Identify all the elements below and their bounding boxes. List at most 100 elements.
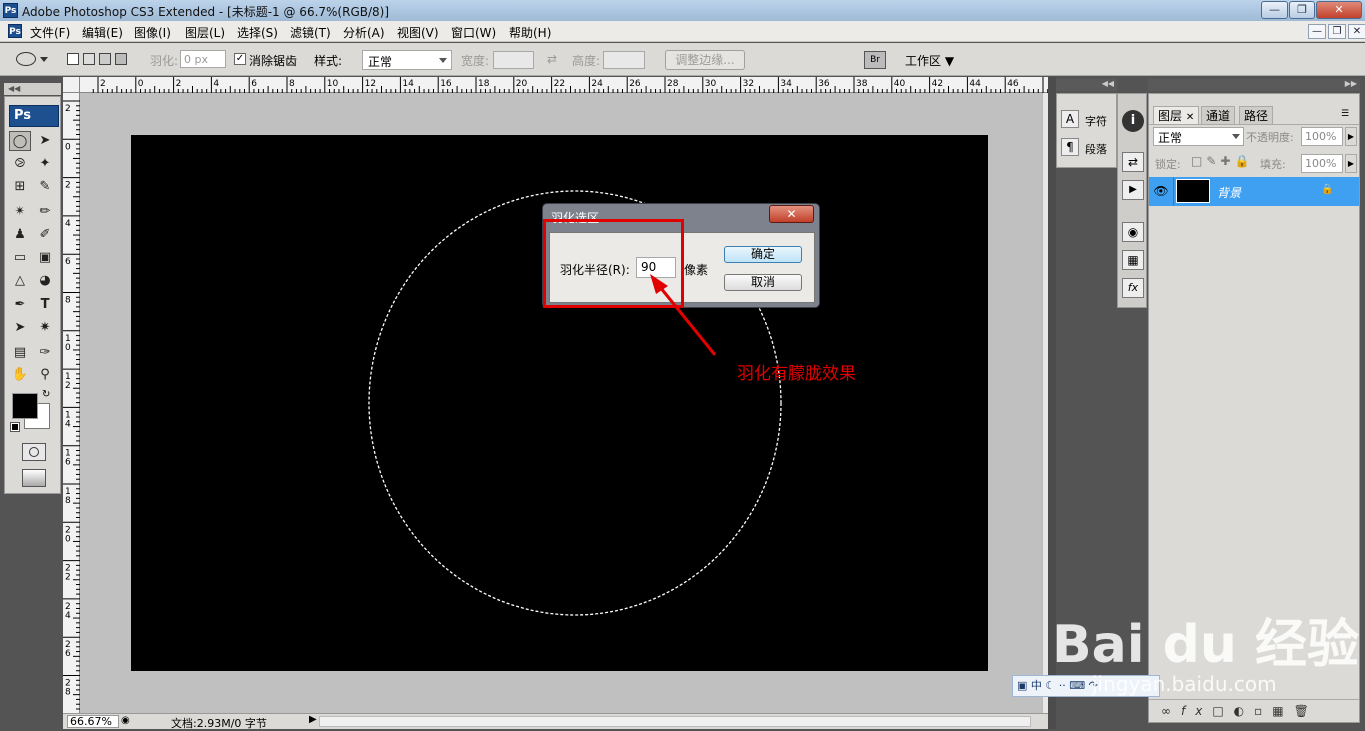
subtract-selection-icon[interactable]	[99, 53, 111, 65]
history-icon[interactable]: ⇄	[1122, 152, 1144, 172]
dock1-collapse-icon[interactable]: ◀◀	[1056, 79, 1117, 91]
menu-help[interactable]: 帮助(H)	[509, 24, 551, 41]
ruler-origin[interactable]	[63, 77, 80, 93]
paragraph-label[interactable]: 段落	[1085, 141, 1107, 157]
menu-filter[interactable]: 滤镜(T)	[290, 24, 331, 41]
style-select[interactable]: 正常	[362, 50, 452, 70]
elliptical-marquee-tool-icon[interactable]: ◯	[9, 131, 31, 151]
doc-minimize-button[interactable]: —	[1308, 24, 1326, 39]
bridge-icon[interactable]: Br	[864, 51, 886, 69]
slice-tool-icon[interactable]: ✎	[34, 177, 56, 197]
elliptical-marquee-icon[interactable]	[16, 52, 36, 66]
layers-footer-icons[interactable]: ∞fx□◐▫▦🗑	[1149, 699, 1359, 721]
opacity-input[interactable]: 100%	[1301, 127, 1343, 146]
layer-row-background[interactable]: 👁 背景 🔒	[1149, 177, 1359, 206]
tab-paths[interactable]: 路径	[1239, 106, 1274, 124]
preset-chevron-down-icon[interactable]	[40, 57, 48, 62]
menu-window[interactable]: 窗口(W)	[451, 24, 496, 41]
magic-wand-tool-icon[interactable]: ✦	[34, 154, 56, 174]
blend-mode-select[interactable]: 正常	[1153, 127, 1244, 146]
info-icon[interactable]: i	[1122, 110, 1144, 132]
width-input[interactable]	[493, 51, 534, 69]
zoom-tool-icon[interactable]: ⚲	[34, 365, 56, 385]
menu-layer[interactable]: 图层(L)	[185, 24, 225, 41]
lasso-tool-icon[interactable]: ⧁	[9, 154, 31, 174]
quick-mask-icon[interactable]	[22, 443, 46, 461]
menu-image[interactable]: 图像(I)	[134, 24, 171, 41]
status-info-icon[interactable]: ◉	[121, 715, 130, 726]
gradient-tool-icon[interactable]: ▣	[34, 248, 56, 268]
dock2-collapse-icon[interactable]: ▶▶	[1148, 79, 1360, 91]
ok-button[interactable]: 确定	[724, 246, 802, 263]
crop-tool-icon[interactable]: ⊞	[9, 177, 31, 197]
type-tool-icon[interactable]: T	[34, 295, 56, 315]
tab-close-icon[interactable]: ✕	[1186, 112, 1194, 123]
menu-view[interactable]: 视图(V)	[397, 24, 439, 41]
toolbox-ps-logo[interactable]: Ps	[9, 105, 59, 127]
eyedropper-tool-icon[interactable]: ✑	[34, 343, 56, 363]
visibility-eye-icon[interactable]: 👁	[1153, 183, 1169, 199]
clone-stamp-tool-icon[interactable]: ♟	[9, 225, 31, 245]
move-tool-icon[interactable]: ➤	[34, 131, 56, 151]
lock-icons[interactable]: □✎✚🔒	[1191, 154, 1253, 168]
tab-channels[interactable]: 通道	[1201, 106, 1236, 124]
styles-icon[interactable]: fx	[1122, 278, 1144, 298]
feather-input[interactable]: 0 px	[180, 50, 226, 68]
status-menu-arrow-icon[interactable]: ▶	[309, 714, 317, 725]
layer-name[interactable]: 背景	[1217, 184, 1241, 201]
character-label[interactable]: 字符	[1085, 113, 1107, 129]
shape-tool-icon[interactable]: ✷	[34, 318, 56, 338]
dialog-close-button[interactable]: ✕	[769, 205, 814, 223]
zoom-level[interactable]: 66.67%	[67, 715, 119, 728]
horizontal-scrollbar[interactable]	[319, 716, 1031, 727]
vertical-ruler[interactable]: 202468101214161820222426283	[63, 93, 80, 727]
eraser-tool-icon[interactable]: ▭	[9, 248, 31, 268]
doc-close-button[interactable]: ✕	[1348, 24, 1365, 39]
foreground-color-swatch[interactable]	[12, 393, 38, 419]
intersect-selection-icon[interactable]	[115, 53, 127, 65]
horizontal-ruler[interactable]: 2 0 2 4 6 8 10 12 14 16 18 20 22 24 26 28 30 32 34 36 38 40 42…	[80, 77, 1049, 93]
character-icon[interactable]: A	[1061, 110, 1079, 128]
lock-label: 锁定:	[1155, 158, 1181, 171]
grid-icon[interactable]: ▦	[1122, 250, 1144, 270]
height-input[interactable]	[603, 51, 645, 69]
panel-menu-icon[interactable]: ☰	[1341, 109, 1349, 119]
cancel-button[interactable]: 取消	[724, 274, 802, 291]
brush-tool-icon[interactable]: ✏	[34, 202, 56, 222]
menu-select[interactable]: 选择(S)	[237, 24, 278, 41]
swap-colors-icon[interactable]: ↻	[42, 389, 50, 400]
menu-analysis[interactable]: 分析(A)	[343, 24, 385, 41]
screen-mode-icon[interactable]	[22, 469, 46, 487]
dodge-tool-icon[interactable]: ◕	[34, 271, 56, 291]
notes-tool-icon[interactable]: ▤	[9, 343, 31, 363]
swap-icon[interactable]: ⇄	[547, 52, 557, 66]
restore-button[interactable]: ❐	[1289, 1, 1315, 19]
history-brush-tool-icon[interactable]: ✐	[34, 225, 56, 245]
default-colors-icon[interactable]	[10, 422, 20, 432]
ruler-h-label: 20	[516, 79, 528, 89]
menu-file[interactable]: 文件(F)	[30, 24, 70, 41]
fill-input[interactable]: 100%	[1301, 154, 1343, 173]
blur-tool-icon[interactable]: △	[9, 271, 31, 291]
antialias-checkbox[interactable]: ✓	[234, 53, 246, 65]
paragraph-icon[interactable]: ¶	[1061, 138, 1079, 156]
add-selection-icon[interactable]	[83, 53, 95, 65]
new-selection-icon[interactable]	[67, 53, 79, 65]
workspace-button[interactable]: 工作区 ▼	[905, 52, 954, 69]
refine-edge-button[interactable]: 调整边缘...	[665, 50, 745, 70]
opacity-arrow-icon[interactable]: ▶	[1345, 127, 1357, 146]
healing-brush-tool-icon[interactable]: ✴	[9, 202, 31, 222]
hand-tool-icon[interactable]: ✋	[9, 365, 31, 385]
toolbox-grip[interactable]: ◀◀	[4, 83, 61, 95]
ruler-h-label: 22	[554, 79, 565, 89]
menu-edit[interactable]: 编辑(E)	[82, 24, 123, 41]
fill-arrow-icon[interactable]: ▶	[1345, 154, 1357, 173]
path-selection-tool-icon[interactable]: ➤	[9, 318, 31, 338]
close-window-button[interactable]: ✕	[1316, 1, 1362, 19]
minimize-button[interactable]: —	[1261, 1, 1288, 19]
actions-icon[interactable]: ▶	[1122, 180, 1144, 200]
pen-tool-icon[interactable]: ✒	[9, 295, 31, 315]
doc-restore-button[interactable]: ❐	[1328, 24, 1346, 39]
tab-layers[interactable]: 图层 ✕	[1153, 106, 1200, 124]
swatches-icon[interactable]: ◉	[1122, 222, 1144, 242]
